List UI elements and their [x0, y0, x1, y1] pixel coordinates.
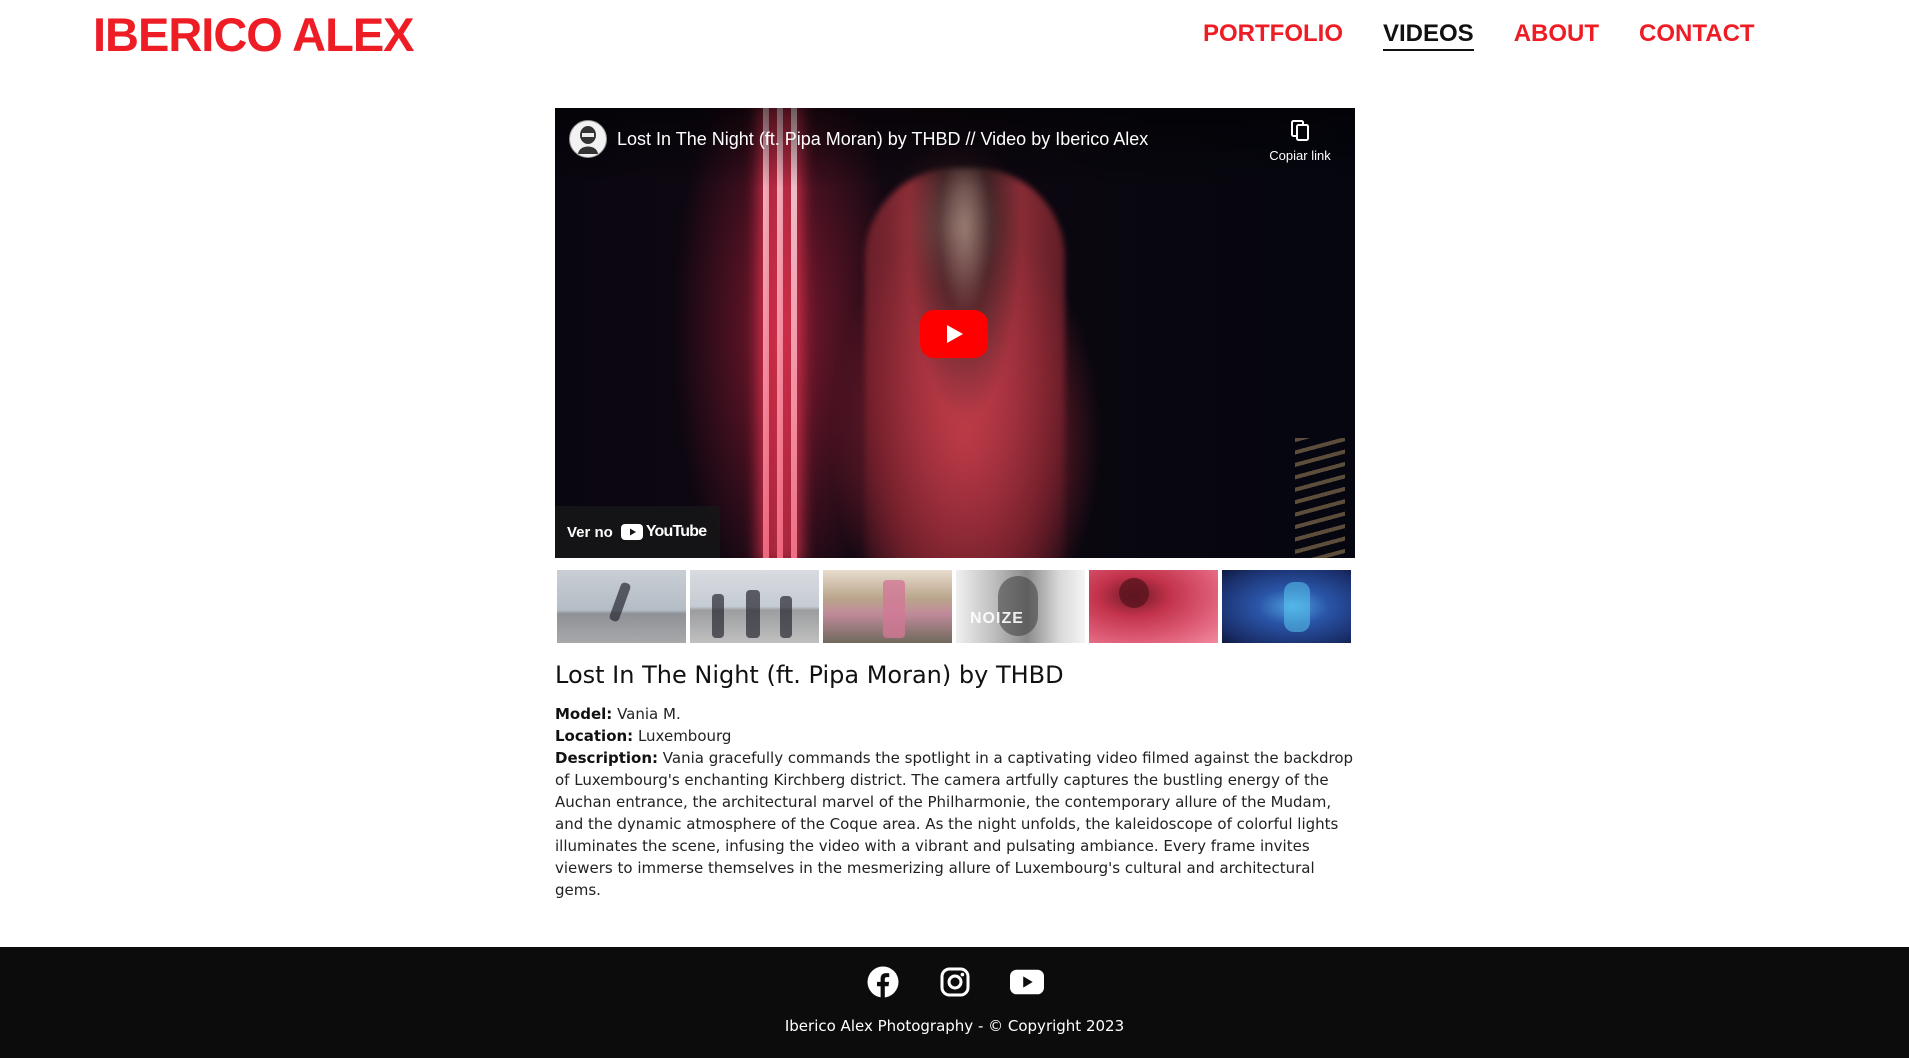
copy-link-label: Copiar link [1269, 148, 1331, 163]
nav-item-videos[interactable]: VIDEOS [1383, 20, 1474, 51]
model-row: Model: Vania M. [555, 703, 1355, 725]
video-poster-lights [1295, 438, 1345, 558]
copyright-text: Iberico Alex Photography - © Copyright 2… [784, 1017, 1125, 1035]
thumbnail-overlay-text: NOIZE [970, 610, 1024, 627]
youtube-logo: YouTube [620, 523, 707, 541]
video-player[interactable]: Lost In The Night (ft. Pipa Moran) by TH… [555, 108, 1355, 558]
video-heading: Lost In The Night (ft. Pipa Moran) by TH… [555, 661, 1064, 689]
thumbnail-figure [746, 590, 760, 638]
youtube-link[interactable] [1010, 965, 1044, 999]
model-value: Vania M. [617, 705, 681, 723]
channel-avatar-icon [578, 126, 598, 154]
location-row: Location: Luxembourg [555, 725, 1355, 747]
video-thumbnail[interactable] [1089, 570, 1218, 643]
model-label: Model: [555, 705, 613, 723]
thumbnail-figure [780, 596, 792, 638]
youtube-icon [1010, 969, 1044, 995]
thumbnail-figure [712, 594, 724, 638]
social-links [866, 965, 1044, 999]
description-value: Vania gracefully commands the spotlight … [555, 749, 1354, 899]
video-thumbnail[interactable] [823, 570, 952, 643]
video-poster-figure [865, 168, 1065, 558]
copy-link-button[interactable]: Copiar link [1265, 120, 1335, 163]
facebook-icon [867, 966, 899, 998]
watch-on-youtube-button[interactable]: Ver no YouTube [555, 506, 721, 558]
site-header: IBERICO ALEX PORTFOLIO VIDEOS ABOUT CONT… [0, 0, 1909, 70]
nav-item-contact[interactable]: CONTACT [1639, 20, 1755, 51]
thumbnail-figure [883, 580, 905, 638]
instagram-link[interactable] [938, 965, 972, 999]
thumbnail-figure [1119, 578, 1149, 608]
description-row: Description: Vania gracefully commands t… [555, 747, 1355, 901]
channel-avatar[interactable] [569, 120, 607, 158]
instagram-icon [940, 967, 970, 997]
youtube-wordmark: YouTube [645, 523, 707, 540]
video-thumbnail-strip: NOIZE [557, 570, 1351, 643]
play-icon [947, 325, 963, 343]
thumbnail-figure [608, 581, 632, 623]
nav-item-about[interactable]: ABOUT [1514, 20, 1599, 51]
youtube-logo-icon [620, 524, 643, 540]
play-button[interactable] [920, 310, 988, 358]
site-footer: Iberico Alex Photography - © Copyright 2… [0, 947, 1909, 1058]
location-value: Luxembourg [637, 727, 732, 745]
site-logo[interactable]: IBERICO ALEX [93, 8, 415, 62]
copy-icon [1291, 120, 1309, 141]
thumbnail-figure [1284, 582, 1310, 632]
video-thumbnail[interactable] [1222, 570, 1351, 643]
watch-on-label: Ver no [567, 523, 613, 541]
video-thumbnail[interactable] [690, 570, 819, 643]
description-label: Description: [555, 749, 659, 767]
main-nav: PORTFOLIO VIDEOS ABOUT CONTACT [1203, 20, 1755, 51]
video-title-link[interactable]: Lost In The Night (ft. Pipa Moran) by TH… [617, 128, 1148, 150]
video-thumbnail[interactable]: NOIZE [956, 570, 1085, 643]
facebook-link[interactable] [866, 965, 900, 999]
location-label: Location: [555, 727, 634, 745]
nav-item-portfolio[interactable]: PORTFOLIO [1203, 20, 1343, 51]
video-details: Model: Vania M. Location: Luxembourg Des… [555, 703, 1355, 901]
video-thumbnail[interactable] [557, 570, 686, 643]
